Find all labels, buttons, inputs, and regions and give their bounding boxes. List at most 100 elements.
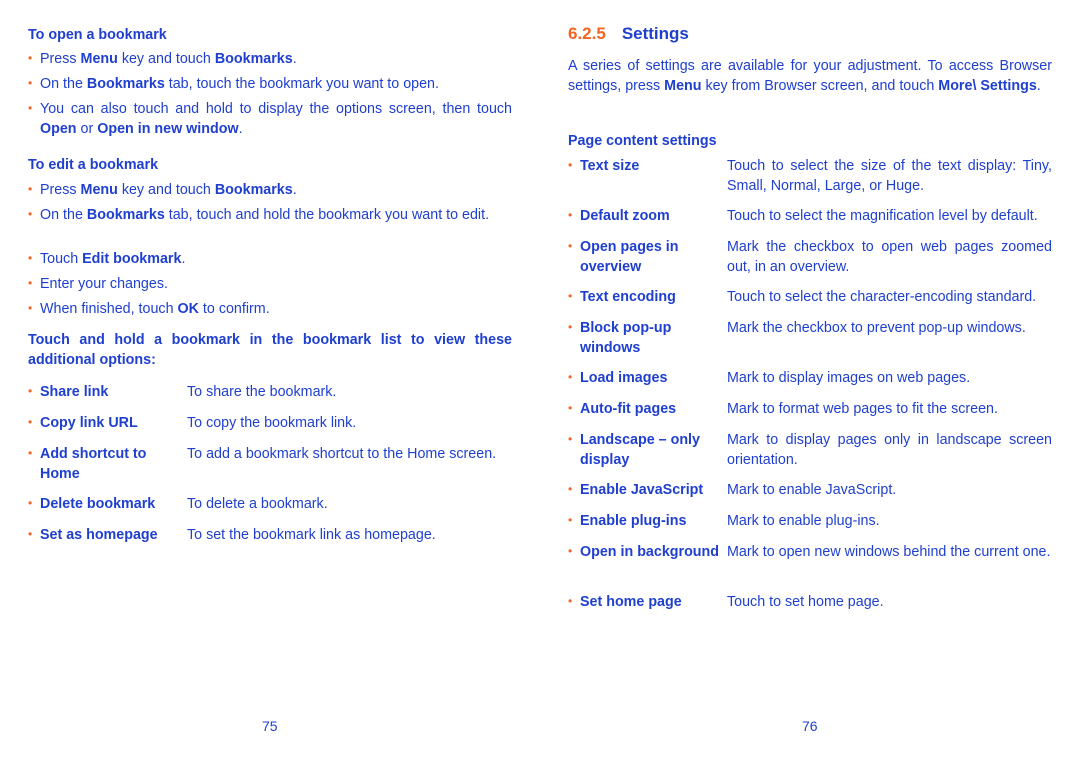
subheading: Page content settings [568,132,1052,152]
definition-term: Text encoding [580,289,676,305]
definition-term: Delete bookmark [40,496,156,512]
definition-description: Touch to select the magnification level … [727,208,1038,224]
bullet-icon: • [28,384,33,398]
bullet-icon: • [28,496,33,510]
text: . [1036,77,1041,94]
bullet-item: You can also touch and hold to display t… [40,100,512,139]
definition-description: To delete a bookmark. [187,496,328,512]
bullet-icon: • [568,482,573,496]
section-title: 6.2.5 Settings [568,24,689,44]
definition-description: Mark to enable JavaScript. [727,482,897,498]
bullet-icon: • [568,432,573,446]
definition-description: Touch to select the size of the text dis… [727,158,1052,194]
bullet-icon: • [568,544,573,558]
text: . [292,51,297,67]
text: key from Browser screen, and touch [701,77,939,94]
text: to confirm. [198,301,270,317]
definition-description: Mark to enable plug-ins. [727,513,880,529]
text: tab, touch the bookmark you want to open… [164,76,439,92]
bullet-icon: • [28,301,33,315]
bullet-item: Press Menu key and touch Bookmarks. [40,50,512,70]
text: On the [40,207,87,223]
bold-text: Menu [80,51,118,67]
text: Press [40,51,81,67]
bold-text: Open in new window [97,120,239,137]
subheading: Touch and hold a bookmark in the bookmar… [28,331,512,370]
bullet-icon: • [28,207,33,221]
definition-description: Mark to display images on web pages. [727,370,971,386]
bullet-icon: • [568,158,573,172]
bullet-item: On the Bookmarks tab, touch the bookmark… [40,75,512,95]
text: key and touch [117,182,215,198]
text: Press [40,182,81,198]
bullet-item: Press Menu key and touch Bookmarks. [40,181,512,201]
section-number: 6.2.5 [568,24,606,43]
bold-text: Menu [80,182,118,198]
text: . [238,120,243,137]
bullet-icon: • [28,51,33,65]
bullet-icon: • [28,276,33,290]
bold-text: Open [40,120,77,137]
bullet-item: Enter your changes. [40,275,512,295]
definition-term: Load images [580,370,668,386]
definition-term: Default zoom [580,208,670,224]
section-title-text: Settings [621,24,689,43]
text: You can also touch and hold to display t… [40,101,512,117]
definition-term: Enable JavaScript [580,482,704,498]
bold-text: Edit bookmark [82,251,182,267]
definition-term: Share link [40,384,109,400]
bullet-icon: • [28,76,33,90]
bullet-icon: • [28,415,33,429]
bullet-icon: • [568,370,573,384]
bold-text: Menu [664,77,702,94]
bullet-icon: • [568,208,573,222]
definition-term: Enable plug-ins [580,513,687,529]
definition-description: Touch to select the character-encoding s… [727,289,1037,305]
bullet-icon: • [568,289,573,303]
bold-text: Touch and hold a bookmark in the bookmar… [28,332,512,368]
bold-text: Bookmarks [214,182,293,198]
text: On the [40,76,87,92]
bullet-icon: • [568,401,573,415]
bullet-icon: • [568,594,573,608]
text: When finished, touch [40,301,178,317]
text: Touch [40,251,83,267]
definition-term: Set home page [580,594,682,610]
page-number-left: 75 [262,718,278,734]
bullet-item: Touch Edit bookmark. [40,250,512,270]
definition-term: Open in background [580,544,720,560]
bullet-icon: • [28,182,33,196]
definition-description: To add a bookmark shortcut to the Home s… [187,446,497,462]
definition-term: Add shortcut to Home [40,446,147,482]
definition-description: Mark the checkbox to prevent pop-up wind… [727,320,1026,336]
text: . [181,251,186,267]
definition-term: Text size [580,158,640,174]
bullet-icon: • [28,251,33,265]
bold-text: OK [177,301,199,317]
definition-term: Block pop-up windows [580,320,672,356]
definition-term: Auto-fit pages [580,401,677,417]
definition-term: Open pages in overview [580,239,679,275]
text: tab, touch and hold the bookmark you wan… [164,207,490,223]
bold-text: To open a bookmark [28,27,167,43]
text: or [76,120,98,137]
definition-description: To set the bookmark link as homepage. [187,527,436,543]
bullet-icon: • [568,513,573,527]
definition-term: Set as homepage [40,527,158,543]
bold-text: Bookmarks [86,207,165,223]
text: . [292,182,297,198]
bullet-item: When finished, touch OK to confirm. [40,300,512,320]
bold-text: Bookmarks [86,76,165,92]
definition-description: Mark to format web pages to fit the scre… [727,401,998,417]
bullet-item: On the Bookmarks tab, touch and hold the… [40,206,512,226]
bold-text: More\ Settings [938,77,1037,94]
bullet-icon: • [28,446,33,460]
definition-description: Mark the checkbox to open web pages zoom… [727,239,1052,275]
definition-description: Mark to open new windows behind the curr… [727,544,1051,560]
bullet-icon: • [568,320,573,334]
text: Enter your changes. [40,276,168,292]
definition-term: Landscape – only display [580,432,700,468]
bullet-icon: • [568,239,573,253]
definition-description: To copy the bookmark link. [187,415,357,431]
bold-text: To edit a bookmark [28,157,159,173]
